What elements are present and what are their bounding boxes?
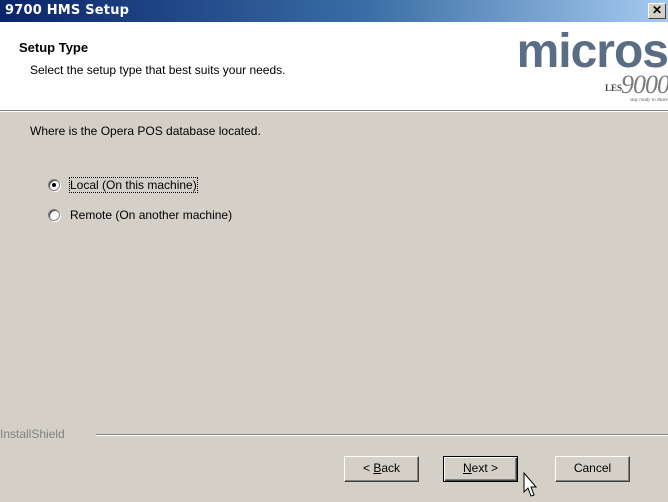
back-rest: ack xyxy=(381,461,401,475)
back-button[interactable]: < Back xyxy=(344,456,419,482)
next-suffix: > xyxy=(487,461,499,475)
micros-logo: micros LES 9000 stay ready to share xyxy=(493,25,668,108)
local-label[interactable]: Local (On this machine) xyxy=(69,177,198,193)
header-panel: Setup Type Select the setup type that be… xyxy=(0,22,668,110)
option-remote[interactable]: Remote (On another machine) xyxy=(48,206,232,224)
close-icon: ✕ xyxy=(651,3,663,17)
page-title: Setup Type xyxy=(19,40,89,55)
next-button[interactable]: Next > xyxy=(443,456,518,482)
question-label: Where is the Opera POS database located. xyxy=(30,124,261,138)
installshield-divider xyxy=(96,434,668,436)
installshield-label: InstallShield xyxy=(0,427,65,441)
cancel-button[interactable]: Cancel xyxy=(555,456,630,482)
remote-label[interactable]: Remote (On another machine) xyxy=(70,208,232,222)
header-divider xyxy=(0,110,668,112)
page-subtitle: Select the setup type that best suits yo… xyxy=(30,63,286,77)
logo-tagline: stay ready to share xyxy=(630,98,668,103)
back-prefix: < xyxy=(362,461,374,475)
mouse-pointer-icon xyxy=(523,472,538,497)
next-rest: ext xyxy=(471,461,488,475)
title-bar: 9700 HMS Setup ✕ xyxy=(0,0,668,22)
next-mnemonic: N xyxy=(462,461,472,475)
remote-radio[interactable] xyxy=(48,209,60,221)
window-title: 9700 HMS Setup xyxy=(5,3,130,18)
local-radio[interactable] xyxy=(48,179,60,191)
option-local[interactable]: Local (On this machine) xyxy=(48,176,198,194)
close-button[interactable]: ✕ xyxy=(648,3,666,19)
logo-les: LES xyxy=(605,83,623,93)
logo-number: 9000 xyxy=(621,70,668,99)
